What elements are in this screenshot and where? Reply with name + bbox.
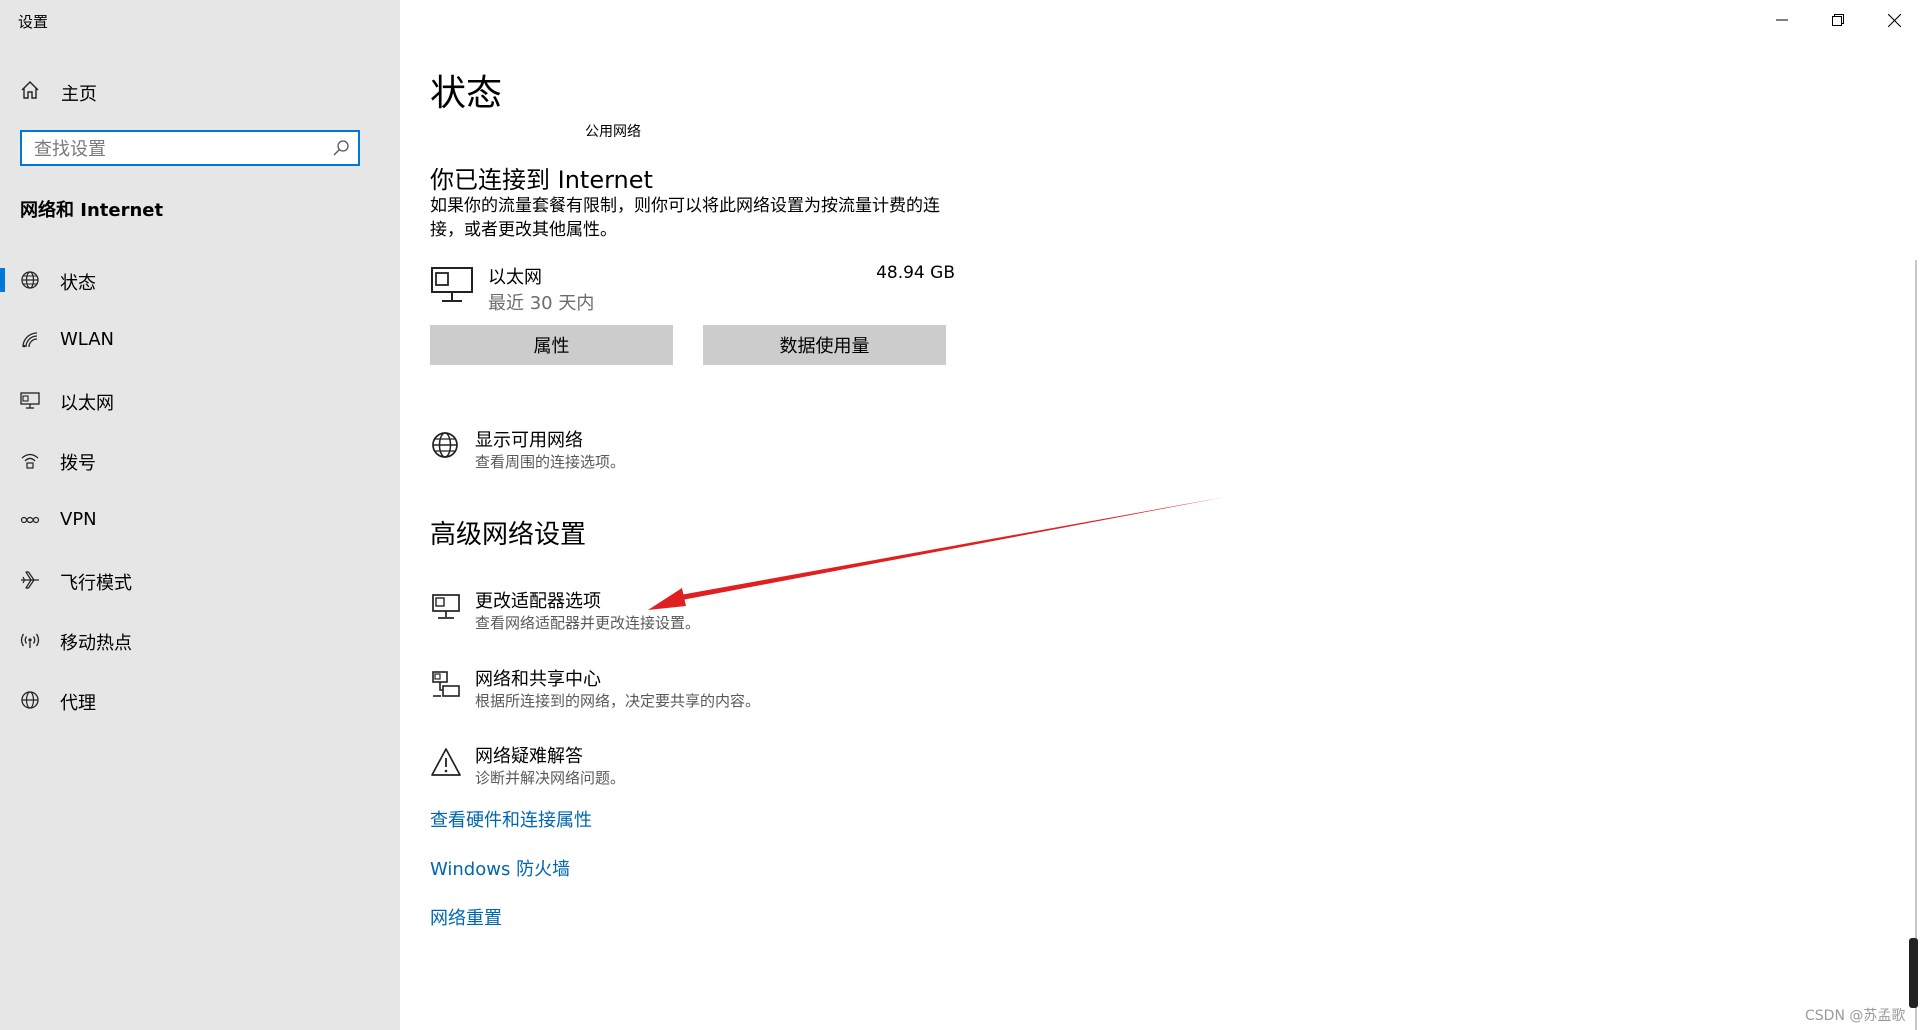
selected-indicator bbox=[0, 268, 5, 292]
scrollbar-thumb[interactable] bbox=[1909, 938, 1918, 1008]
option-title: 显示可用网络 bbox=[475, 430, 583, 451]
sidebar-item-dialup[interactable]: 拨号 bbox=[0, 440, 400, 480]
minimize-icon bbox=[1776, 19, 1788, 21]
sidebar-item-label: 以太网 bbox=[60, 393, 114, 414]
restore-icon bbox=[1832, 14, 1844, 26]
airplane-icon bbox=[21, 571, 39, 589]
sidebar-item-airplane[interactable]: 飞行模式 bbox=[0, 560, 400, 600]
sidebar-item-wlan[interactable]: WLAN bbox=[0, 320, 400, 360]
connection-status-title: 你已连接到 Internet bbox=[430, 166, 653, 194]
data-usage-button[interactable]: 数据使用量 bbox=[703, 325, 946, 365]
option-desc: 诊断并解决网络问题。 bbox=[475, 769, 626, 787]
home-icon bbox=[21, 81, 39, 99]
sidebar-item-proxy[interactable]: 代理 bbox=[0, 680, 400, 720]
show-available-networks[interactable]: 显示可用网络 查看周围的连接选项。 bbox=[430, 426, 1130, 476]
vpn-icon bbox=[20, 516, 40, 524]
globe-icon bbox=[21, 271, 39, 289]
close-button[interactable] bbox=[1866, 0, 1920, 40]
option-desc: 查看周围的连接选项。 bbox=[475, 453, 626, 471]
advanced-settings-title: 高级网络设置 bbox=[430, 520, 587, 550]
option-title: 网络和共享中心 bbox=[475, 669, 601, 690]
sidebar-item-label: 飞行模式 bbox=[60, 573, 132, 594]
restore-button[interactable] bbox=[1810, 0, 1866, 40]
sidebar-item-vpn[interactable]: VPN bbox=[0, 500, 400, 540]
ethernet-name: 以太网 bbox=[488, 267, 542, 288]
minimize-button[interactable] bbox=[1754, 0, 1810, 40]
option-title: 更改适配器选项 bbox=[475, 591, 601, 612]
option-desc: 查看网络适配器并更改连接设置。 bbox=[475, 614, 701, 632]
adapter-icon bbox=[432, 594, 460, 619]
warning-icon bbox=[431, 748, 461, 776]
sidebar-item-label: WLAN bbox=[60, 329, 115, 350]
link-windows-firewall[interactable]: Windows 防火墙 bbox=[430, 855, 570, 881]
sidebar-item-hotspot[interactable]: 移动热点 bbox=[0, 620, 400, 660]
scrollbar-track[interactable] bbox=[1915, 260, 1917, 1030]
sidebar-item-label: 移动热点 bbox=[60, 633, 132, 654]
link-network-reset[interactable]: 网络重置 bbox=[430, 904, 502, 930]
search-box[interactable] bbox=[20, 130, 360, 166]
sidebar-item-label: 代理 bbox=[60, 693, 96, 714]
ethernet-pc-icon bbox=[431, 267, 473, 302]
link-hardware-properties[interactable]: 查看硬件和连接属性 bbox=[430, 806, 592, 832]
option-desc: 根据所连接到的网络，决定要共享的内容。 bbox=[475, 692, 761, 710]
search-icon[interactable] bbox=[332, 139, 350, 157]
sidebar-item-ethernet[interactable]: 以太网 bbox=[0, 380, 400, 420]
sidebar-item-label: 状态 bbox=[60, 273, 96, 294]
sidebar: 设置 主页 网络和 Internet 状态 bbox=[0, 0, 400, 1030]
sidebar-item-status[interactable]: 状态 bbox=[0, 260, 400, 300]
connection-status-desc: 如果你的流量套餐有限制，则你可以将此网络设置为按流量计费的连接，或者更改其他属性… bbox=[430, 196, 940, 240]
globe-icon bbox=[432, 432, 458, 458]
main-content: 状态 公用网络 你已连接到 Internet 如果你的流量套餐有限制，则你可以将… bbox=[400, 0, 1920, 1030]
network-troubleshooter[interactable]: 网络疑难解答 诊断并解决网络问题。 bbox=[430, 742, 1130, 792]
close-icon bbox=[1887, 13, 1901, 27]
home-nav-item[interactable]: 主页 bbox=[0, 75, 400, 107]
sidebar-item-label: VPN bbox=[60, 509, 97, 530]
search-input[interactable] bbox=[34, 138, 324, 160]
app-title: 设置 bbox=[18, 13, 49, 31]
home-label: 主页 bbox=[61, 84, 97, 105]
change-adapter-options[interactable]: 更改适配器选项 查看网络适配器并更改连接设置。 bbox=[430, 587, 1130, 637]
ethernet-data-usage: 48.94 GB bbox=[876, 263, 955, 283]
dialup-icon bbox=[21, 453, 39, 469]
sharing-center-icon bbox=[432, 671, 460, 697]
properties-button[interactable]: 属性 bbox=[430, 325, 673, 365]
proxy-globe-icon bbox=[21, 691, 39, 709]
watermark: CSDN @苏孟歌 bbox=[1805, 1008, 1906, 1024]
wifi-icon bbox=[22, 332, 38, 348]
option-title: 网络疑难解答 bbox=[475, 746, 583, 767]
ethernet-period: 最近 30 天内 bbox=[488, 293, 595, 314]
hotspot-icon bbox=[20, 633, 40, 648]
section-title: 网络和 Internet bbox=[20, 200, 164, 221]
sidebar-item-label: 拨号 bbox=[60, 453, 96, 474]
network-sharing-center[interactable]: 网络和共享中心 根据所连接到的网络，决定要共享的内容。 bbox=[430, 665, 1130, 715]
settings-window: 设置 主页 网络和 Internet 状态 bbox=[0, 0, 1920, 1030]
page-title: 状态 bbox=[430, 73, 503, 114]
network-type: 公用网络 bbox=[585, 124, 641, 140]
ethernet-icon bbox=[20, 392, 40, 409]
